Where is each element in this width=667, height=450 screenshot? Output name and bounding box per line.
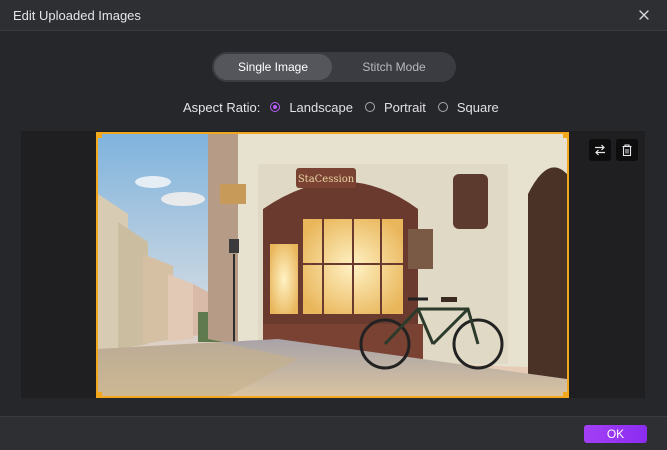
close-icon[interactable] [635,6,653,24]
aspect-square-option[interactable]: Square [437,99,499,115]
dialog-footer: OK [0,416,667,450]
mode-toggle: Single Image Stitch Mode [212,52,456,82]
uploaded-image[interactable]: StaCession [96,132,569,398]
crop-handle-bottom-left[interactable] [96,392,102,398]
trash-icon [622,144,632,157]
swap-arrows-icon [595,144,605,156]
square-radio[interactable] [437,102,448,112]
dialog-title: Edit Uploaded Images [13,8,141,23]
crop-handle-top-right[interactable] [563,132,569,138]
replace-image-button[interactable] [589,139,611,161]
aspect-ratio-label: Aspect Ratio: [183,99,261,115]
crop-handle-bottom-right[interactable] [563,392,569,398]
landscape-radio[interactable] [270,102,281,112]
aspect-landscape-option[interactable]: Landscape [270,100,353,115]
square-label: Square [456,99,499,115]
portrait-label: Portrait [383,99,426,115]
title-bar: Edit Uploaded Images [0,0,667,31]
landscape-label: Landscape [289,99,353,115]
portrait-radio[interactable] [364,102,375,112]
delete-image-button[interactable] [616,139,638,161]
shop-sign-text: StaCession [298,174,355,185]
ok-button[interactable]: OK [584,425,647,443]
street-scene-illustration: StaCession [98,134,567,396]
aspect-portrait-option[interactable]: Portrait [364,99,426,115]
stitch-mode-tab[interactable]: Stitch Mode [334,54,454,80]
single-image-tab[interactable]: Single Image [214,54,332,80]
crop-handle-top-left[interactable] [96,132,102,138]
aspect-ratio-group: Aspect Ratio: Landscape Portrait Square [183,98,511,116]
